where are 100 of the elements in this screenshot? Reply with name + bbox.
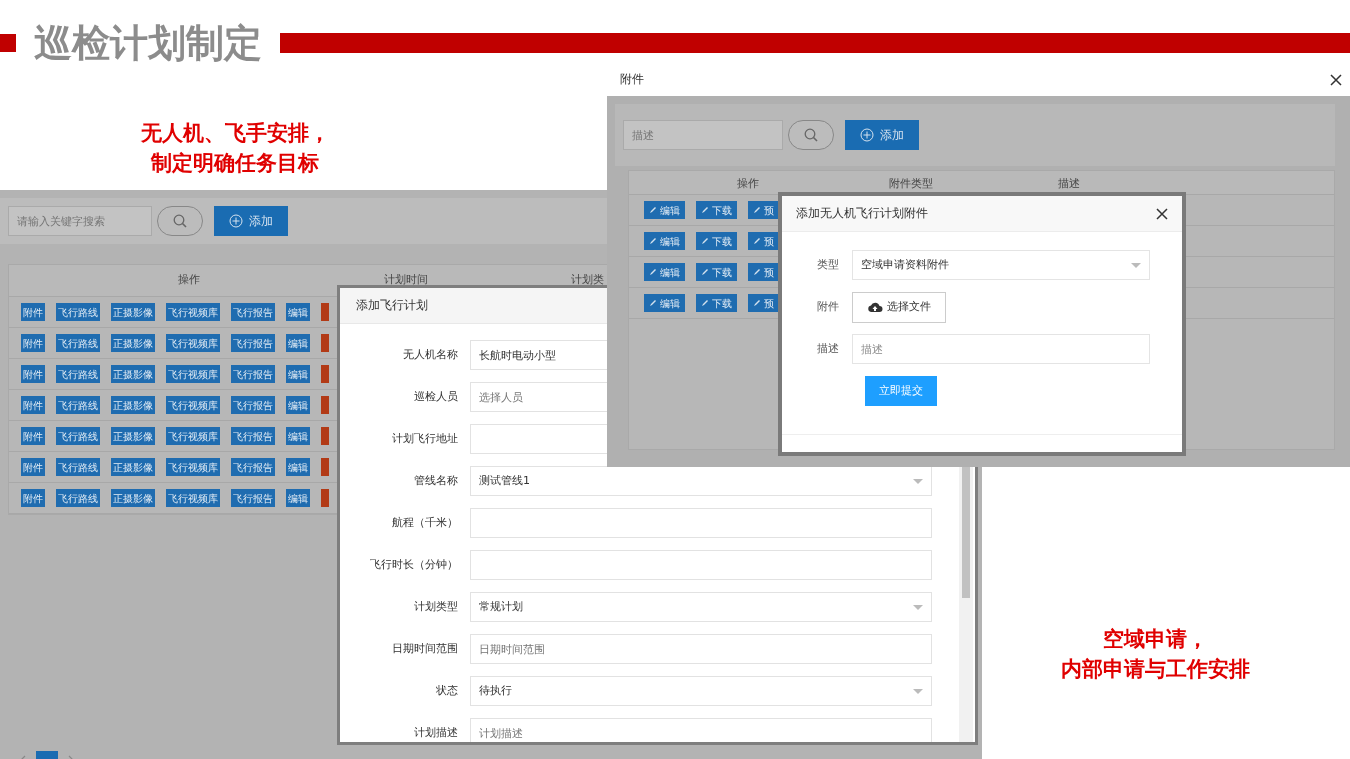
action-button[interactable]: 飞行路线: [56, 396, 100, 414]
select-field[interactable]: 空域申请资料附件: [852, 250, 1150, 280]
action-button[interactable]: 飞行路线: [56, 458, 100, 476]
caption-line: 空域申请，: [1102, 627, 1208, 651]
action-button[interactable]: [321, 489, 329, 507]
action-button[interactable]: 正摄影像: [111, 365, 155, 383]
search-field[interactable]: 请输入关键字搜索: [8, 206, 152, 236]
field-label: 无人机名称: [402, 346, 459, 363]
action-button[interactable]: 附件: [21, 489, 45, 507]
action-button[interactable]: [321, 458, 329, 476]
pencil-icon: [649, 268, 657, 276]
field-label: 状态: [435, 682, 459, 699]
action-button[interactable]: 飞行路线: [56, 427, 100, 445]
action-button[interactable]: 飞行报告: [231, 489, 275, 507]
action-button[interactable]: 编辑: [644, 232, 685, 250]
select-field[interactable]: 待执行: [470, 676, 932, 706]
action-button[interactable]: 正摄影像: [111, 489, 155, 507]
plus-icon: [860, 128, 874, 142]
caret-icon: [913, 688, 923, 694]
action-button[interactable]: 飞行视频库: [166, 303, 220, 321]
field-label: 计划类型: [413, 598, 459, 615]
action-button[interactable]: 正摄影像: [111, 303, 155, 321]
submit-button[interactable]: 立即提交: [865, 376, 937, 406]
action-button[interactable]: 飞行视频库: [166, 334, 220, 352]
close-icon[interactable]: [1330, 73, 1342, 86]
action-button[interactable]: 编辑: [286, 303, 310, 321]
action-button[interactable]: 飞行视频库: [166, 489, 220, 507]
action-button[interactable]: 预: [748, 201, 779, 219]
input-field[interactable]: 日期时间范围: [470, 634, 932, 664]
action-button[interactable]: [321, 303, 329, 321]
action-button[interactable]: 飞行路线: [56, 334, 100, 352]
action-button[interactable]: 附件: [21, 334, 45, 352]
add-button[interactable]: 添加: [845, 120, 919, 150]
caret-icon: [913, 604, 923, 610]
action-button[interactable]: 飞行报告: [231, 427, 275, 445]
column-header: 操作: [178, 272, 200, 289]
search-button[interactable]: [788, 120, 834, 150]
action-button[interactable]: 编辑: [286, 396, 310, 414]
select-field[interactable]: 测试管线1: [470, 466, 932, 496]
action-button[interactable]: 飞行视频库: [166, 458, 220, 476]
action-button[interactable]: 飞行视频库: [166, 365, 220, 383]
action-button[interactable]: 附件: [21, 458, 45, 476]
pencil-icon: [649, 237, 657, 245]
action-button[interactable]: 下载: [696, 201, 737, 219]
action-button[interactable]: 飞行视频库: [166, 396, 220, 414]
search-button[interactable]: [157, 206, 203, 236]
action-button[interactable]: 编辑: [286, 365, 310, 383]
action-button[interactable]: [321, 334, 329, 352]
action-button[interactable]: 飞行路线: [56, 365, 100, 383]
action-button[interactable]: 飞行报告: [231, 396, 275, 414]
action-button[interactable]: 正摄影像: [111, 396, 155, 414]
input-field[interactable]: 计划描述: [470, 718, 932, 742]
action-button[interactable]: 编辑: [644, 263, 685, 281]
action-button[interactable]: 编辑: [286, 334, 310, 352]
action-button[interactable]: 编辑: [286, 427, 310, 445]
input-field[interactable]: [470, 508, 932, 538]
action-button[interactable]: 正摄影像: [111, 458, 155, 476]
action-button[interactable]: 下载: [696, 263, 737, 281]
action-button[interactable]: 飞行报告: [231, 303, 275, 321]
action-button[interactable]: 飞行路线: [56, 489, 100, 507]
slide-title: 巡检计划制定: [33, 20, 263, 67]
action-button[interactable]: 附件: [21, 396, 45, 414]
action-button[interactable]: [321, 365, 329, 383]
action-button[interactable]: 编辑: [644, 294, 685, 312]
action-button[interactable]: 正摄影像: [111, 334, 155, 352]
field-label: 巡检人员: [413, 388, 459, 405]
window-title: 附件: [620, 70, 644, 88]
select-value: 测试管线1: [479, 472, 530, 489]
caret-icon: [1131, 262, 1141, 268]
action-button[interactable]: 预: [748, 263, 779, 281]
action-button[interactable]: 飞行报告: [231, 458, 275, 476]
action-button[interactable]: 下载: [696, 294, 737, 312]
field-label: 附件: [816, 298, 840, 315]
action-button[interactable]: [321, 427, 329, 445]
action-button[interactable]: 附件: [21, 365, 45, 383]
search-field[interactable]: 描述: [623, 120, 783, 150]
action-button[interactable]: 飞行报告: [231, 365, 275, 383]
action-button[interactable]: 下载: [696, 232, 737, 250]
action-button[interactable]: 编辑: [644, 201, 685, 219]
choose-file-button[interactable]: 选择文件: [852, 291, 946, 323]
action-button[interactable]: 飞行报告: [231, 334, 275, 352]
action-button[interactable]: 编辑: [286, 489, 310, 507]
action-button[interactable]: 编辑: [286, 458, 310, 476]
select-field[interactable]: 常规计划: [470, 592, 932, 622]
action-button[interactable]: 正摄影像: [111, 427, 155, 445]
add-button[interactable]: 添加: [214, 206, 288, 236]
input-field[interactable]: [470, 550, 932, 580]
search-icon: [804, 128, 818, 142]
action-button[interactable]: 附件: [21, 303, 45, 321]
action-button[interactable]: 预: [748, 232, 779, 250]
field-label: 描述: [816, 340, 840, 357]
input-field[interactable]: 描述: [852, 334, 1150, 364]
action-button[interactable]: 飞行路线: [56, 303, 100, 321]
action-button[interactable]: 附件: [21, 427, 45, 445]
action-button[interactable]: 预: [748, 294, 779, 312]
pencil-icon: [753, 237, 761, 245]
action-button[interactable]: 飞行视频库: [166, 427, 220, 445]
select-value: 空域申请资料附件: [861, 256, 949, 273]
close-icon[interactable]: [1156, 207, 1168, 220]
action-button[interactable]: [321, 396, 329, 414]
